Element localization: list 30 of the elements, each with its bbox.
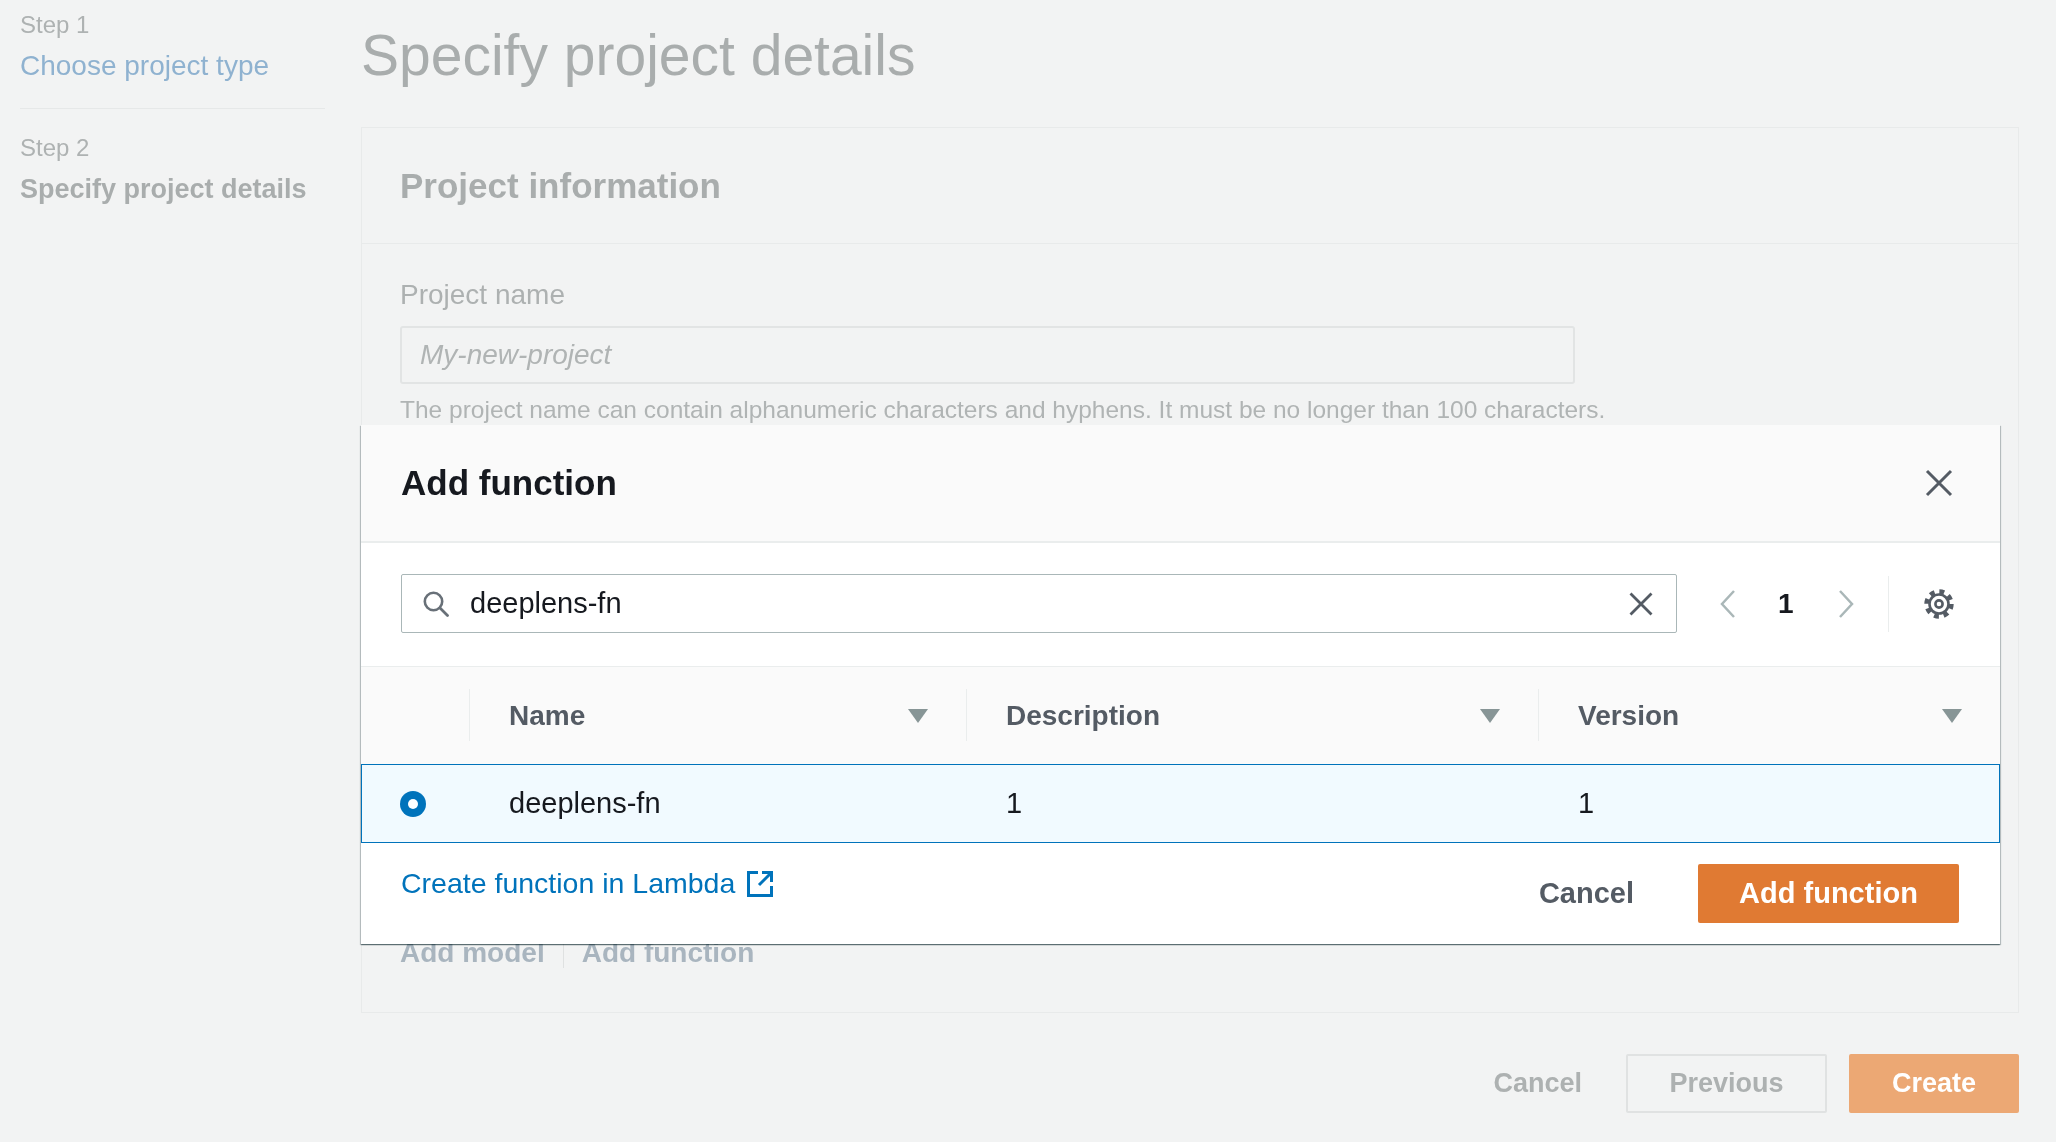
page-title: Specify project details: [361, 22, 917, 88]
primary-button[interactable]: Add function: [1698, 864, 1959, 923]
search-icon: [423, 590, 449, 617]
step-label: Specify project details: [20, 173, 308, 206]
column-header[interactable]: Description: [1006, 699, 1500, 732]
sort-icon[interactable]: [908, 708, 928, 723]
table-row[interactable]: deeplens-fn 1 1: [361, 764, 2000, 843]
panel-title: Project information: [400, 165, 721, 206]
external-link-icon: [746, 869, 775, 898]
table-cell: 1: [1006, 787, 1023, 820]
step-number: Step 1: [20, 11, 91, 39]
help-text: The project name can contain alphanumeric characters and hyphens. It must be no longer than 100 characters.: [400, 395, 1606, 425]
clear-icon[interactable]: [1629, 591, 1653, 616]
step-number: Step 2: [20, 134, 91, 162]
project-name-field[interactable]: My-new-project: [400, 326, 1575, 384]
settings-icon[interactable]: [1923, 587, 1955, 620]
table-cell: deeplens-fn: [509, 787, 661, 820]
sort-icon[interactable]: [1942, 708, 1962, 723]
column-header[interactable]: Version: [1578, 699, 1962, 732]
close-icon[interactable]: [1925, 469, 1953, 497]
search-field[interactable]: deeplens-fn: [401, 574, 1677, 633]
sort-icon[interactable]: [1480, 708, 1500, 723]
link-button[interactable]: Cancel: [1518, 864, 1654, 923]
table-cell: 1: [1578, 787, 1595, 820]
dialog-title: Add function: [401, 463, 617, 503]
field-label: Project name: [400, 278, 565, 312]
create-function-link[interactable]: Create function in Lambda: [401, 867, 775, 900]
radio-button[interactable]: [400, 790, 426, 817]
page-number[interactable]: 1: [1778, 587, 1795, 620]
column-header[interactable]: Name: [509, 699, 928, 732]
